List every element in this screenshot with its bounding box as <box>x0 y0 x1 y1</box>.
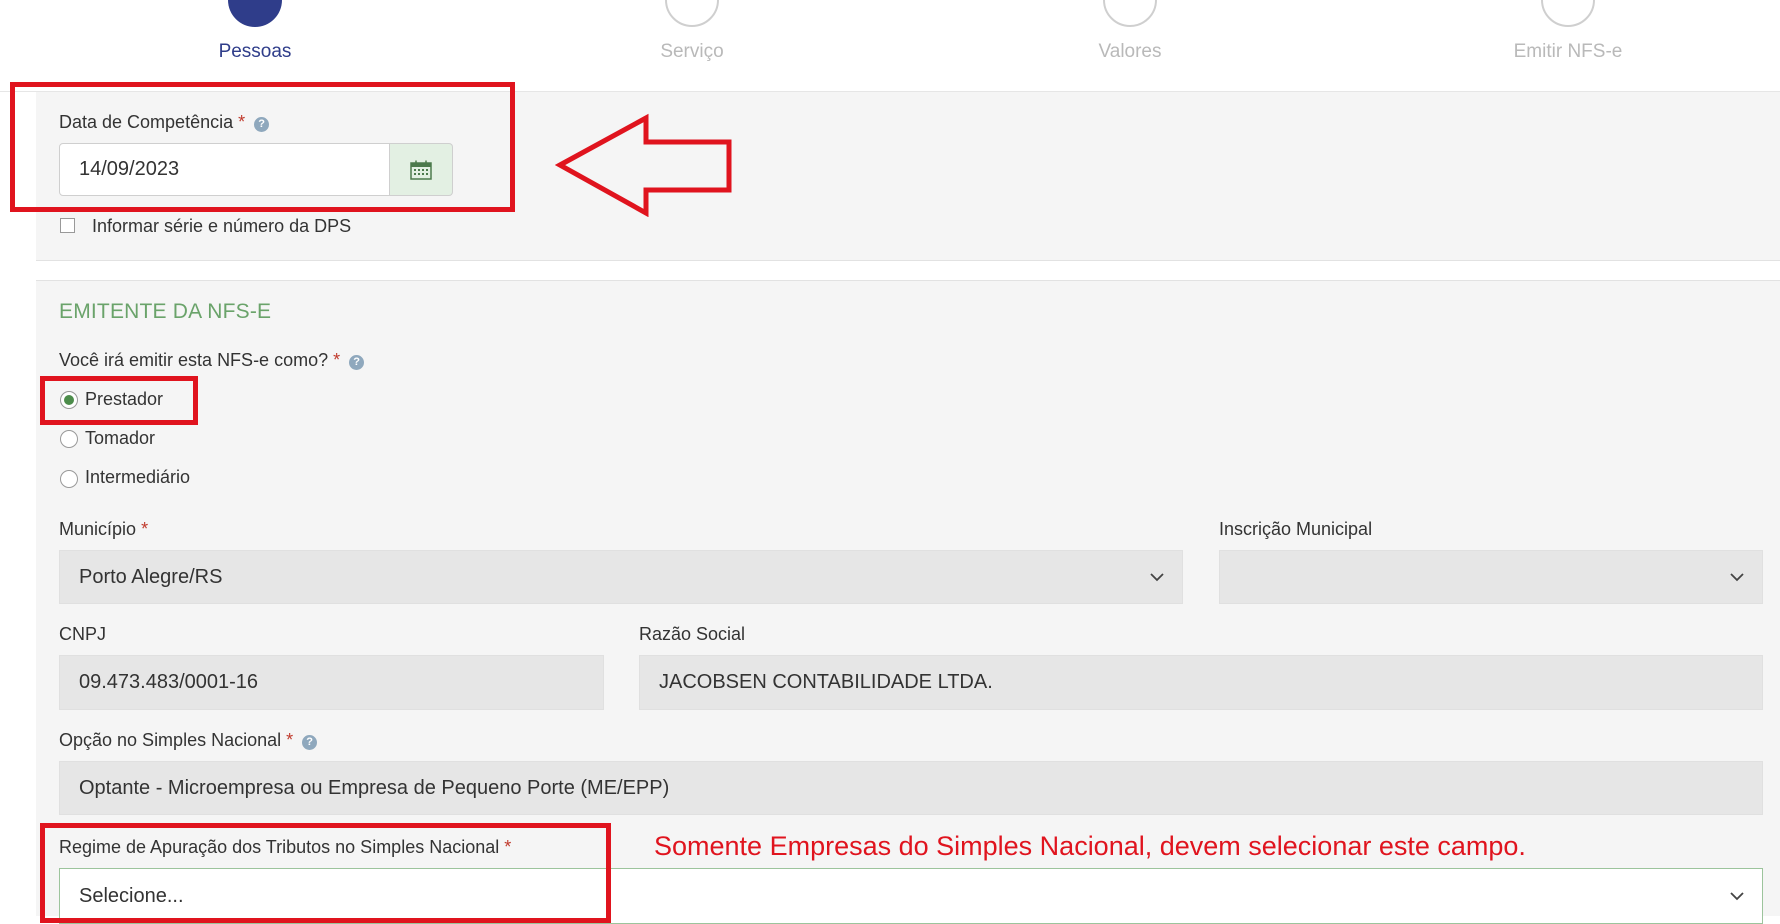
dps-checkbox-label: Informar série e número da DPS <box>92 216 352 236</box>
step-servico-label: Serviço <box>660 41 724 62</box>
municipio-label-text: Município <box>59 519 137 539</box>
annotation-note: Somente Empresas do Simples Nacional, de… <box>654 831 1526 861</box>
arrow-left-icon <box>555 113 732 217</box>
help-icon[interactable]: ? <box>302 735 318 750</box>
municipio-select[interactable]: Porto Alegre/RS <box>59 550 1183 604</box>
panel-gap <box>36 261 1780 280</box>
radio-intermediario[interactable] <box>60 470 78 488</box>
chevron-down-icon <box>1730 892 1744 901</box>
municipio-value: Porto Alegre/RS <box>79 565 223 588</box>
step-emitir-icon <box>1541 0 1595 27</box>
cnpj-field[interactable]: 09.473.483/0001-16 <box>59 655 604 710</box>
simples-field[interactable]: Optante - Microempresa ou Empresa de Peq… <box>59 761 1763 815</box>
highlight-box-regime <box>40 823 611 923</box>
radio-tomador-label: Tomador <box>85 428 156 448</box>
simples-label-text: Opção no Simples Nacional <box>59 730 282 750</box>
cnpj-label: CNPJ <box>59 624 107 644</box>
emitente-required-mark: * <box>333 350 341 370</box>
wizard-steps: Pessoas Serviço Valores Emitir NFS-e <box>0 0 1780 92</box>
dps-checkbox[interactable] <box>60 218 75 233</box>
emitente-question-label: Você irá emitir esta NFS-e como? * ? <box>59 350 365 371</box>
radio-tomador[interactable] <box>60 430 78 448</box>
chevron-down-icon <box>1730 573 1744 582</box>
cnpj-value: 09.473.483/0001-16 <box>79 671 259 693</box>
radio-intermediario-label: Intermediário <box>85 467 191 487</box>
step-valores-icon <box>1103 0 1157 27</box>
highlight-box-prestador <box>40 376 198 425</box>
inscricao-select[interactable] <box>1219 550 1763 604</box>
highlight-box-competencia <box>10 82 515 212</box>
simples-required-mark: * <box>286 730 294 750</box>
razao-field[interactable]: JACOBSEN CONTABILIDADE LTDA. <box>639 655 1763 710</box>
simples-value: Optante - Microempresa ou Empresa de Peq… <box>79 776 670 799</box>
step-emitir-label: Emitir NFS-e <box>1513 41 1623 62</box>
chevron-down-icon <box>1150 573 1164 582</box>
simples-label: Opção no Simples Nacional * ? <box>59 730 318 751</box>
step-servico-icon <box>665 0 719 27</box>
municipio-label: Município * <box>59 519 148 540</box>
section-title-emitente: EMITENTE DA NFS-E <box>59 300 272 323</box>
inscricao-label: Inscrição Municipal <box>1219 519 1373 539</box>
step-valores-label: Valores <box>1098 41 1162 62</box>
help-icon[interactable]: ? <box>349 355 365 370</box>
razao-label: Razão Social <box>639 624 746 644</box>
step-pessoas-icon <box>228 0 282 27</box>
razao-value: JACOBSEN CONTABILIDADE LTDA. <box>659 671 993 693</box>
municipio-required-mark: * <box>141 519 149 539</box>
step-pessoas-label: Pessoas <box>218 41 292 62</box>
emitente-question-text: Você irá emitir esta NFS-e como? <box>59 350 329 370</box>
